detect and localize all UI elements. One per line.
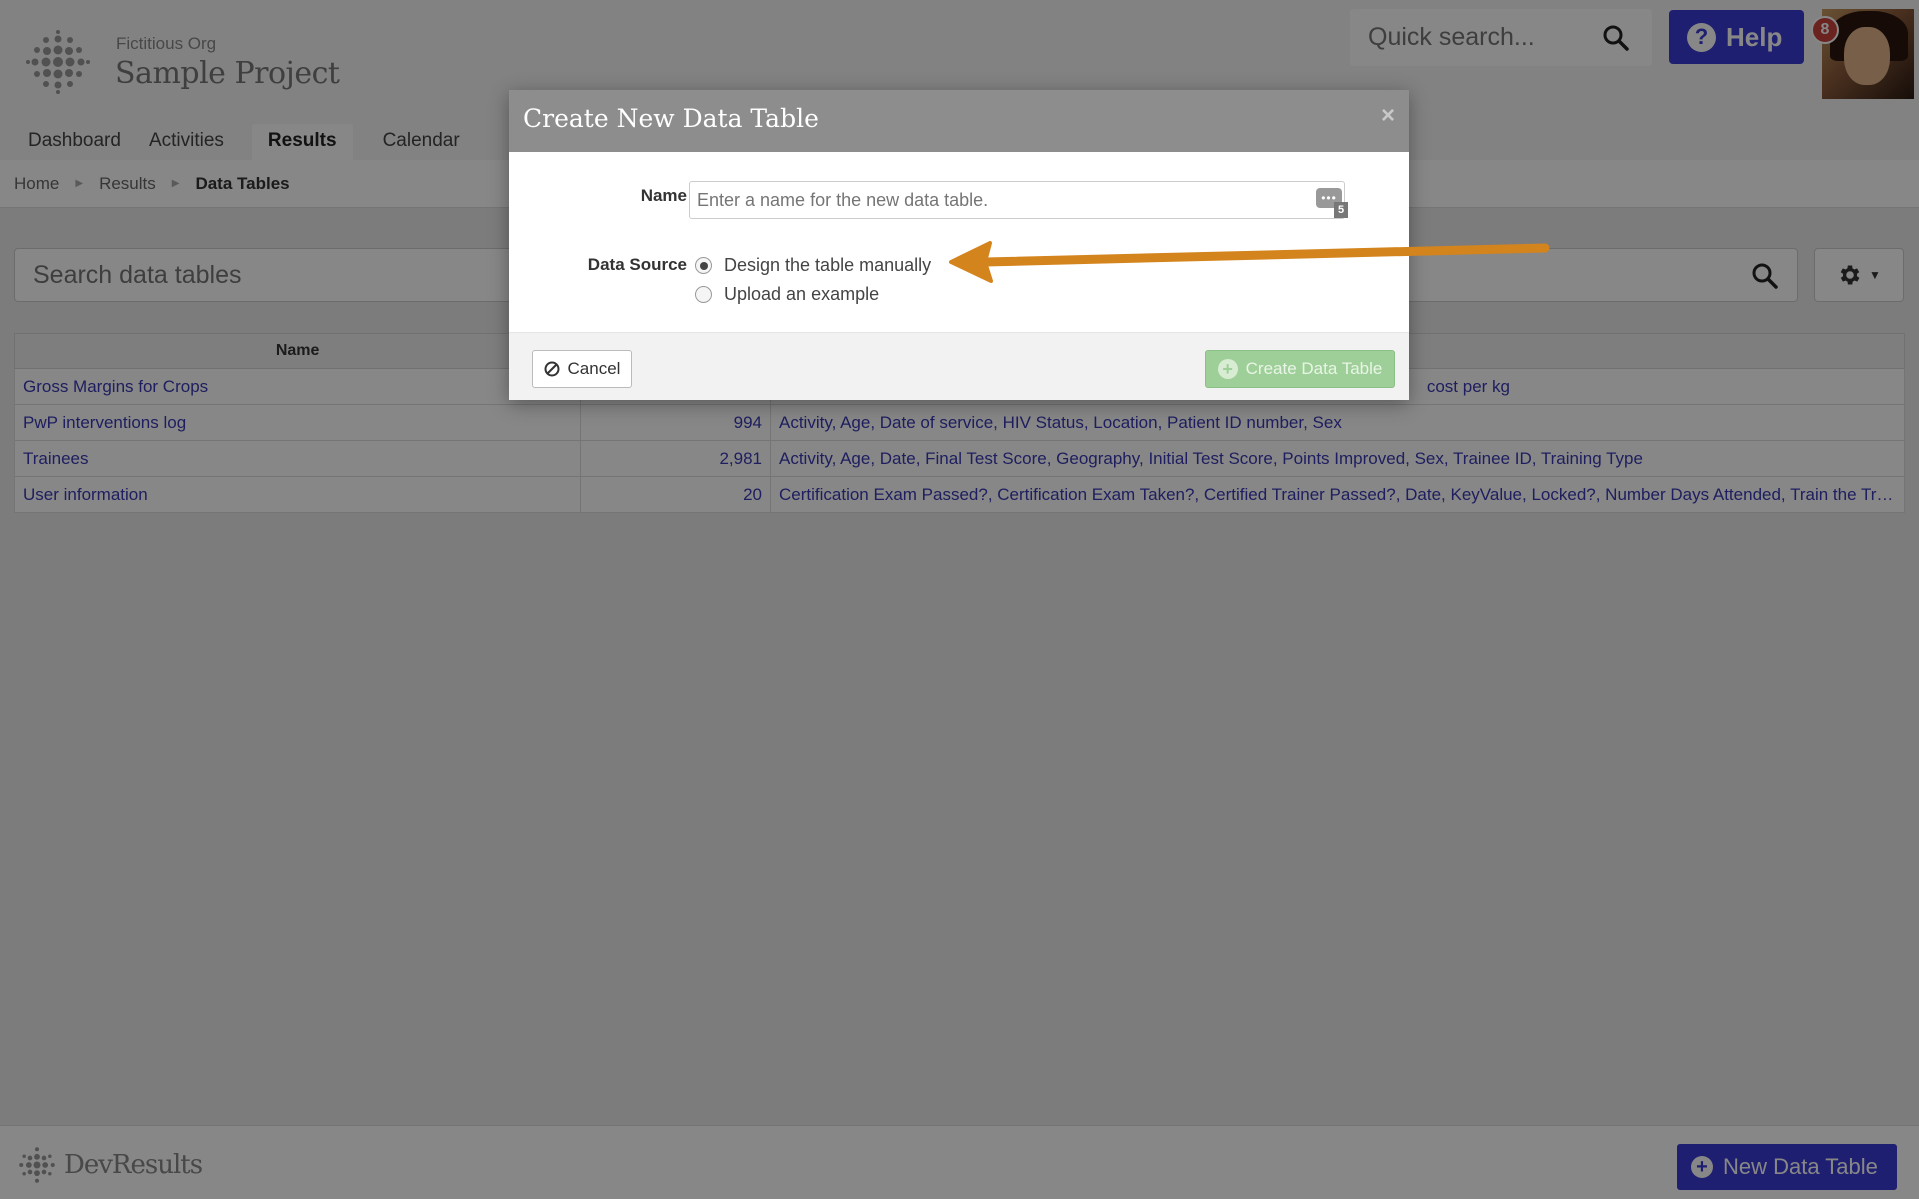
suggestion-count-badge: 5 xyxy=(1334,202,1348,218)
radio-button-checked[interactable] xyxy=(695,257,712,274)
create-data-table-dialog: Create New Data Table × Name ••• 5 Data … xyxy=(509,90,1409,400)
create-data-table-button[interactable]: + Create Data Table xyxy=(1205,350,1395,388)
dialog-footer: Cancel + Create Data Table xyxy=(509,332,1409,400)
radio-design-manually[interactable]: Design the table manually xyxy=(695,255,931,276)
cancel-label: Cancel xyxy=(567,359,621,378)
data-source-label: Data Source xyxy=(587,255,687,274)
plus-circle-icon: + xyxy=(1217,359,1238,379)
radio-design-manually-label[interactable]: Design the table manually xyxy=(724,255,931,276)
radio-button[interactable] xyxy=(695,286,712,303)
dialog-header: Create New Data Table × xyxy=(509,90,1409,152)
name-field[interactable]: ••• 5 xyxy=(689,181,1348,219)
radio-upload-example[interactable]: Upload an example xyxy=(695,284,879,305)
close-icon[interactable]: × xyxy=(1381,102,1395,130)
radio-upload-example-label[interactable]: Upload an example xyxy=(724,284,879,305)
cancel-button[interactable]: Cancel xyxy=(532,350,632,388)
dialog-title: Create New Data Table xyxy=(523,104,819,133)
name-input[interactable] xyxy=(697,190,1297,211)
create-data-table-label: Create Data Table xyxy=(1245,359,1383,378)
ban-icon xyxy=(544,361,560,377)
name-label: Name xyxy=(640,186,687,205)
